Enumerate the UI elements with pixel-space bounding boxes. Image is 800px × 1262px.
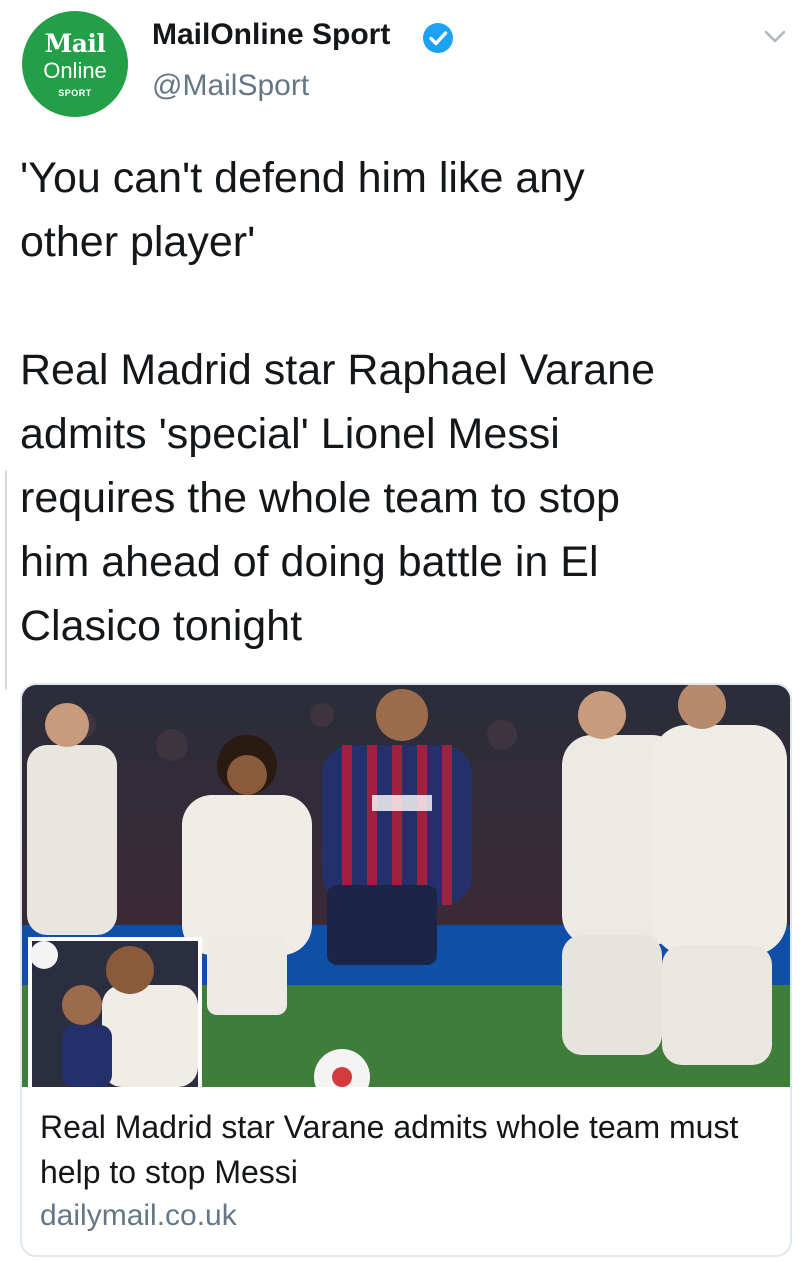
verified-badge-icon bbox=[423, 23, 453, 53]
avatar-logo-sport: SPORT bbox=[58, 88, 92, 98]
card-image bbox=[22, 685, 790, 1087]
link-card[interactable]: Real Madrid star Varane admits whole tea… bbox=[20, 683, 792, 1257]
avatar-logo-mail: Mail bbox=[44, 29, 106, 58]
avatar[interactable]: Mail Online SPORT bbox=[22, 11, 128, 117]
tweet-text: 'You can't defend him like any other pla… bbox=[20, 154, 655, 650]
card-domain: dailymail.co.uk bbox=[40, 1199, 237, 1232]
author-handle[interactable]: @MailSport bbox=[152, 69, 309, 103]
scroll-indicator bbox=[5, 470, 7, 690]
author-display-name[interactable]: MailOnline Sport bbox=[152, 18, 390, 52]
chevron-down-icon[interactable] bbox=[763, 27, 787, 47]
card-title[interactable]: Real Madrid star Varane admits whole tea… bbox=[40, 1105, 760, 1195]
avatar-logo-online: Online bbox=[43, 58, 107, 83]
